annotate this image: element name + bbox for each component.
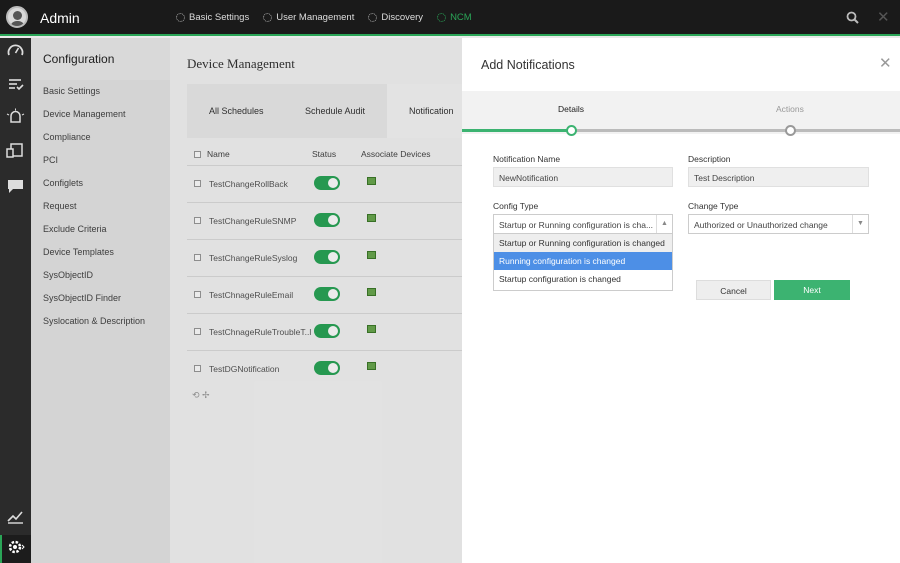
app-title: Admin: [40, 10, 80, 26]
top-nav: Basic Settings User Management Discovery…: [176, 12, 472, 23]
step-progress-done: [462, 129, 572, 132]
left-rail: [0, 38, 31, 563]
cancel-button[interactable]: Cancel: [696, 280, 771, 300]
alert-icon[interactable]: [6, 108, 25, 124]
change-type-value: Authorized or Unauthorized change: [694, 220, 828, 230]
close-icon[interactable]: ✕: [877, 10, 890, 25]
chevron-up-icon: ▲: [656, 215, 672, 233]
next-button[interactable]: Next: [774, 280, 850, 300]
dropdown-option-selected[interactable]: Running configuration is changed: [494, 252, 672, 270]
topnav-label: Discovery: [381, 12, 424, 23]
description-input[interactable]: Test Description: [688, 167, 869, 187]
top-bar: Admin Basic Settings User Management Dis…: [0, 0, 900, 36]
dropdown-option[interactable]: Startup configuration is changed: [494, 270, 672, 288]
topnav-label: NCM: [450, 12, 472, 23]
change-type-label: Change Type: [688, 201, 739, 211]
reports-icon[interactable]: [6, 508, 25, 524]
gear-icon: [176, 13, 185, 22]
devices-icon[interactable]: [6, 143, 25, 159]
gear-icon: [437, 13, 447, 22]
close-icon[interactable]: ✕: [879, 54, 892, 72]
config-type-select[interactable]: Startup or Running configuration is cha.…: [493, 214, 673, 234]
config-type-label: Config Type: [493, 201, 539, 211]
config-type-dropdown: Startup or Running configuration is chan…: [493, 233, 673, 291]
topnav-label: Basic Settings: [189, 12, 250, 23]
modal-overlay: [31, 38, 462, 563]
gear-icon: [368, 13, 378, 22]
search-icon[interactable]: [846, 11, 859, 24]
topnav-ncm[interactable]: NCM: [437, 12, 472, 23]
add-notifications-panel: Add Notifications ✕ Details Actions Noti…: [462, 38, 900, 563]
step-details-dot[interactable]: [566, 125, 577, 136]
gear-icon: [263, 13, 273, 22]
step-details-label: Details: [558, 104, 584, 114]
user-avatar[interactable]: [6, 6, 28, 28]
chevron-down-icon: ▼: [852, 215, 868, 233]
notification-name-input[interactable]: NewNotification: [493, 167, 673, 187]
topnav-basic-settings[interactable]: Basic Settings: [176, 12, 249, 23]
settings-icon[interactable]: [6, 539, 25, 555]
config-type-value: Startup or Running configuration is cha.…: [499, 220, 654, 230]
chat-icon[interactable]: [6, 178, 25, 194]
topnav-label: User Management: [276, 12, 355, 23]
change-type-select[interactable]: Authorized or Unauthorized change ▼: [688, 214, 869, 234]
alarms-list-icon[interactable]: [6, 76, 25, 92]
dashboard-icon[interactable]: [6, 42, 25, 58]
topnav-discovery[interactable]: Discovery: [368, 12, 423, 23]
description-label: Description: [688, 154, 731, 164]
step-actions-label: Actions: [776, 104, 804, 114]
dropdown-option[interactable]: Startup or Running configuration is chan…: [494, 234, 672, 252]
topnav-user-management[interactable]: User Management: [263, 12, 354, 23]
notification-name-label: Notification Name: [493, 154, 561, 164]
step-progress-remaining: [572, 129, 900, 132]
panel-title: Add Notifications: [481, 58, 575, 72]
wizard-stepper: Details Actions: [462, 91, 900, 136]
step-actions-dot[interactable]: [785, 125, 796, 136]
